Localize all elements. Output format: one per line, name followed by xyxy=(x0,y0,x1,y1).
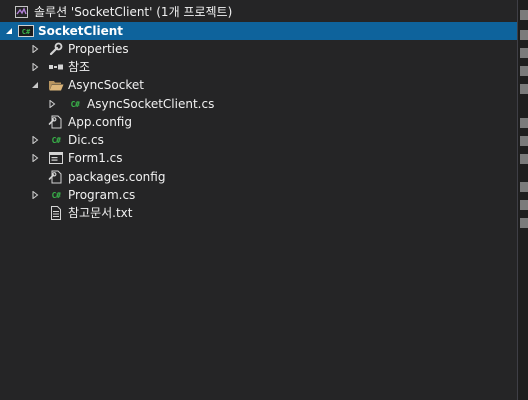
clipped-text-fragment xyxy=(520,10,528,20)
expand-arrow-icon[interactable] xyxy=(30,135,40,145)
program-cs-label: Program.cs xyxy=(68,188,136,202)
expand-arrow-icon[interactable] xyxy=(30,62,40,72)
tree-item-solution[interactable]: 솔루션 'SocketClient' (1개 프로젝트) xyxy=(0,3,517,21)
tree-item-properties[interactable]: Properties xyxy=(0,40,517,58)
asyncsocketclient-label: AsyncSocketClient.cs xyxy=(87,97,215,111)
clipped-text-fragment xyxy=(520,118,528,128)
project-label: SocketClient xyxy=(38,24,123,38)
clipped-text-fragment xyxy=(520,200,528,210)
clipped-text-fragment xyxy=(520,48,528,58)
clipped-text-fragment xyxy=(520,84,528,94)
expand-arrow-icon[interactable] xyxy=(30,44,40,54)
csharp-project-icon: C# xyxy=(18,24,34,38)
packages-config-label: packages.config xyxy=(68,170,166,184)
clipped-text-fragment xyxy=(520,66,528,76)
clipped-text-fragment xyxy=(520,182,528,192)
folder-open-icon xyxy=(48,78,64,92)
tree-item-form1-cs[interactable]: Form1.cs xyxy=(0,149,517,167)
tree-item-project[interactable]: C# SocketClient xyxy=(0,22,517,40)
form-icon xyxy=(48,151,64,165)
config-file-icon xyxy=(48,170,64,184)
clipped-text-fragment xyxy=(520,136,528,146)
collapse-arrow-icon[interactable] xyxy=(30,80,40,90)
collapse-arrow-icon[interactable] xyxy=(4,26,14,36)
csharp-badge: C# xyxy=(70,99,80,109)
clipped-text-fragment xyxy=(520,218,528,228)
form1-cs-label: Form1.cs xyxy=(68,151,123,165)
references-label: 참조 xyxy=(68,60,91,74)
config-file-icon xyxy=(48,115,64,129)
tree-item-reference-doc-txt[interactable]: 참고문서.txt xyxy=(0,204,517,222)
clipped-text-fragment xyxy=(520,30,528,40)
expand-arrow-icon[interactable] xyxy=(47,99,57,109)
text-file-icon xyxy=(48,206,64,220)
reference-doc-label: 참고문서.txt xyxy=(68,206,133,220)
references-icon xyxy=(48,60,64,74)
tree-item-asyncsocket-folder[interactable]: AsyncSocket xyxy=(0,76,517,94)
tree-item-packages-config[interactable]: packages.config xyxy=(0,168,517,186)
solution-icon xyxy=(14,5,30,19)
tree-item-program-cs[interactable]: C# Program.cs xyxy=(0,186,517,204)
dic-cs-label: Dic.cs xyxy=(68,133,104,147)
adjacent-editor-edge xyxy=(517,0,528,400)
csharp-file-icon: C# xyxy=(67,97,83,111)
csharp-badge: C# xyxy=(51,190,61,200)
tree-item-app-config[interactable]: App.config xyxy=(0,113,517,131)
svg-text:C#: C# xyxy=(22,28,31,36)
expand-arrow-icon[interactable] xyxy=(30,190,40,200)
tree-item-asyncsocketclient-cs[interactable]: C# AsyncSocketClient.cs xyxy=(0,95,517,113)
tree-item-references[interactable]: 참조 xyxy=(0,58,517,76)
solution-label: 솔루션 'SocketClient' (1개 프로젝트) xyxy=(34,5,233,19)
solution-explorer-tree: 솔루션 'SocketClient' (1개 프로젝트) C# SocketCl… xyxy=(0,0,517,400)
tree-item-dic-cs[interactable]: C# Dic.cs xyxy=(0,131,517,149)
properties-label: Properties xyxy=(68,42,129,56)
asyncsocket-folder-label: AsyncSocket xyxy=(68,78,144,92)
csharp-file-icon: C# xyxy=(48,188,64,202)
app-config-label: App.config xyxy=(68,115,132,129)
csharp-file-icon: C# xyxy=(48,133,64,147)
wrench-icon xyxy=(48,42,64,56)
expand-arrow-icon[interactable] xyxy=(30,153,40,163)
clipped-text-fragment xyxy=(520,154,528,164)
csharp-badge: C# xyxy=(51,135,61,145)
